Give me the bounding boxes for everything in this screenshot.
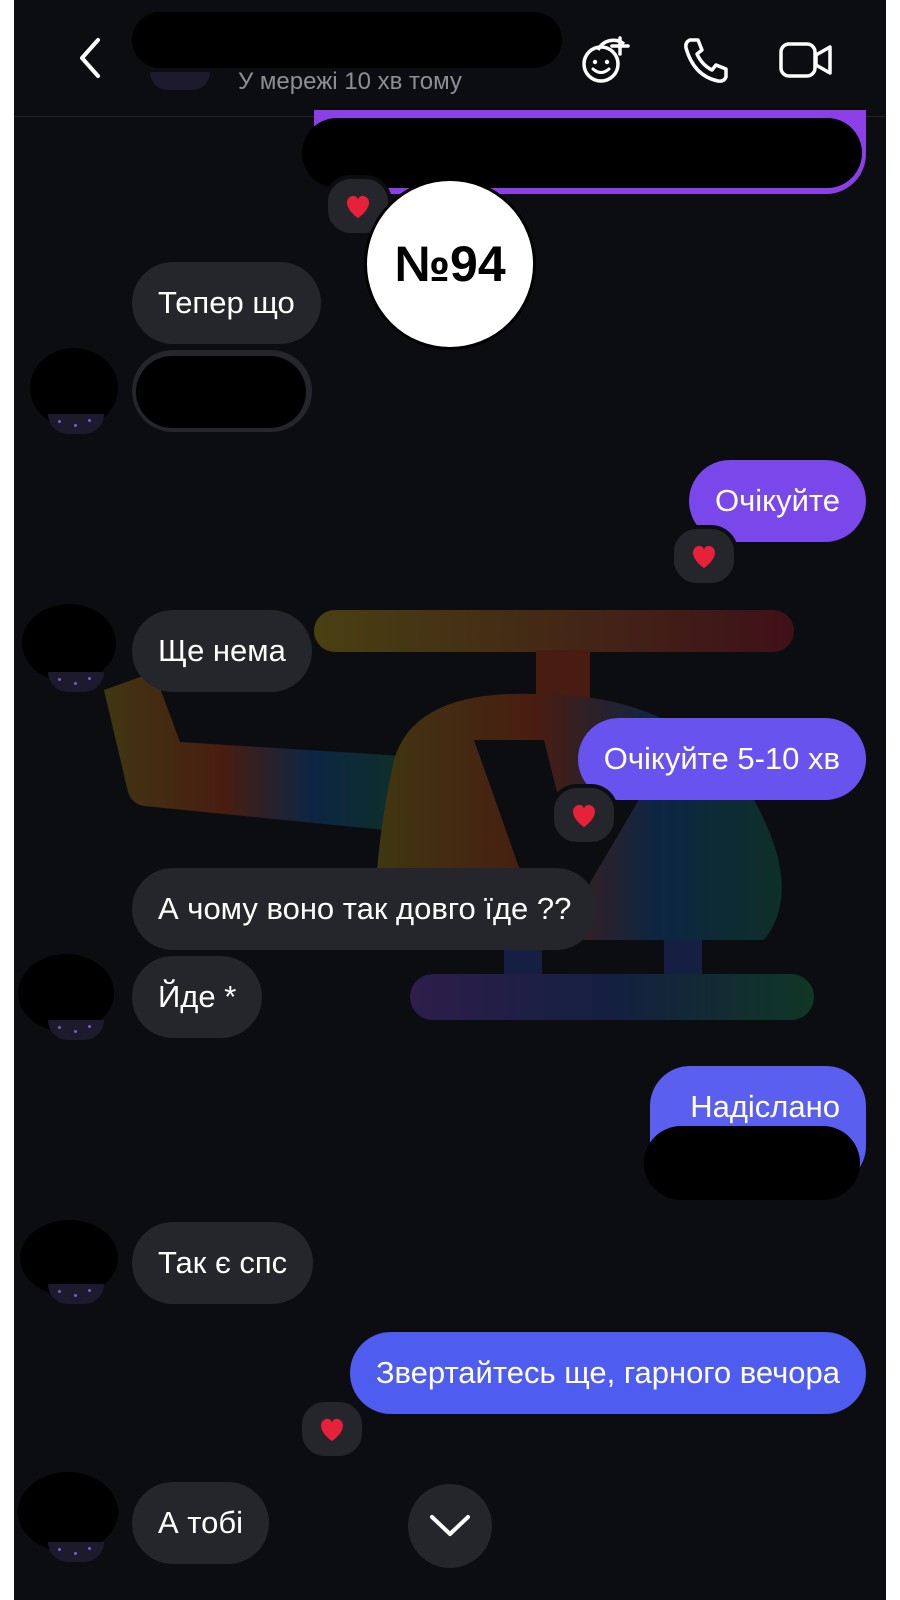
sender-avatar[interactable] — [48, 1284, 104, 1304]
message-incoming[interactable]: А тобі — [132, 1482, 270, 1564]
redacted-message-content — [136, 356, 306, 428]
message-reaction[interactable] — [670, 525, 738, 587]
sender-avatar[interactable] — [48, 414, 104, 434]
heart-reaction-icon — [572, 804, 596, 828]
heart-reaction-icon — [346, 195, 370, 219]
contact-status: У мережі 10 хв тому — [238, 68, 462, 95]
heart-reaction-icon — [320, 1418, 344, 1442]
message-incoming[interactable]: Тепер що — [132, 262, 321, 344]
scroll-to-bottom-button[interactable] — [408, 1484, 492, 1568]
video-call-icon[interactable] — [778, 34, 834, 86]
chevron-down-icon — [430, 1515, 470, 1536]
back-chevron-icon[interactable] — [72, 34, 108, 82]
chat-header: У мережі 10 хв тому — [14, 0, 886, 117]
heart-reaction-icon — [692, 545, 716, 569]
message-incoming[interactable]: Ще нема — [132, 610, 312, 692]
redacted-message-content — [302, 118, 862, 188]
message-outgoing[interactable]: Надіслано — [644, 1066, 866, 1200]
message-reaction[interactable] — [550, 784, 618, 846]
sender-avatar[interactable] — [48, 1542, 104, 1562]
message-incoming-redacted[interactable] — [132, 350, 312, 432]
message-incoming[interactable]: Йде * — [132, 956, 263, 1038]
message-outgoing-redacted[interactable] — [302, 110, 866, 194]
message-outgoing[interactable]: Звертайтесь ще, гарного вечора — [349, 1332, 866, 1414]
item-number-badge: №94 — [364, 178, 536, 350]
phone-call-icon[interactable] — [680, 34, 732, 86]
redacted-message-content — [644, 1126, 860, 1200]
redacted-sender-avatar — [18, 1472, 118, 1552]
redacted-contact-name — [132, 12, 562, 68]
contact-avatar[interactable] — [150, 72, 210, 90]
message-incoming[interactable]: Так є спс — [132, 1222, 314, 1304]
effects-sticker-icon[interactable] — [580, 34, 632, 86]
redacted-sender-avatar — [22, 604, 116, 682]
message-reaction[interactable] — [298, 1398, 366, 1460]
message-outgoing[interactable]: Очікуйте 5-10 хв — [577, 718, 866, 800]
chat-screen: У мережі 10 хв тому №94 Тепер що Очікуйт… — [14, 0, 886, 1600]
message-incoming[interactable]: А чому воно так довго їде ?? — [132, 868, 598, 950]
